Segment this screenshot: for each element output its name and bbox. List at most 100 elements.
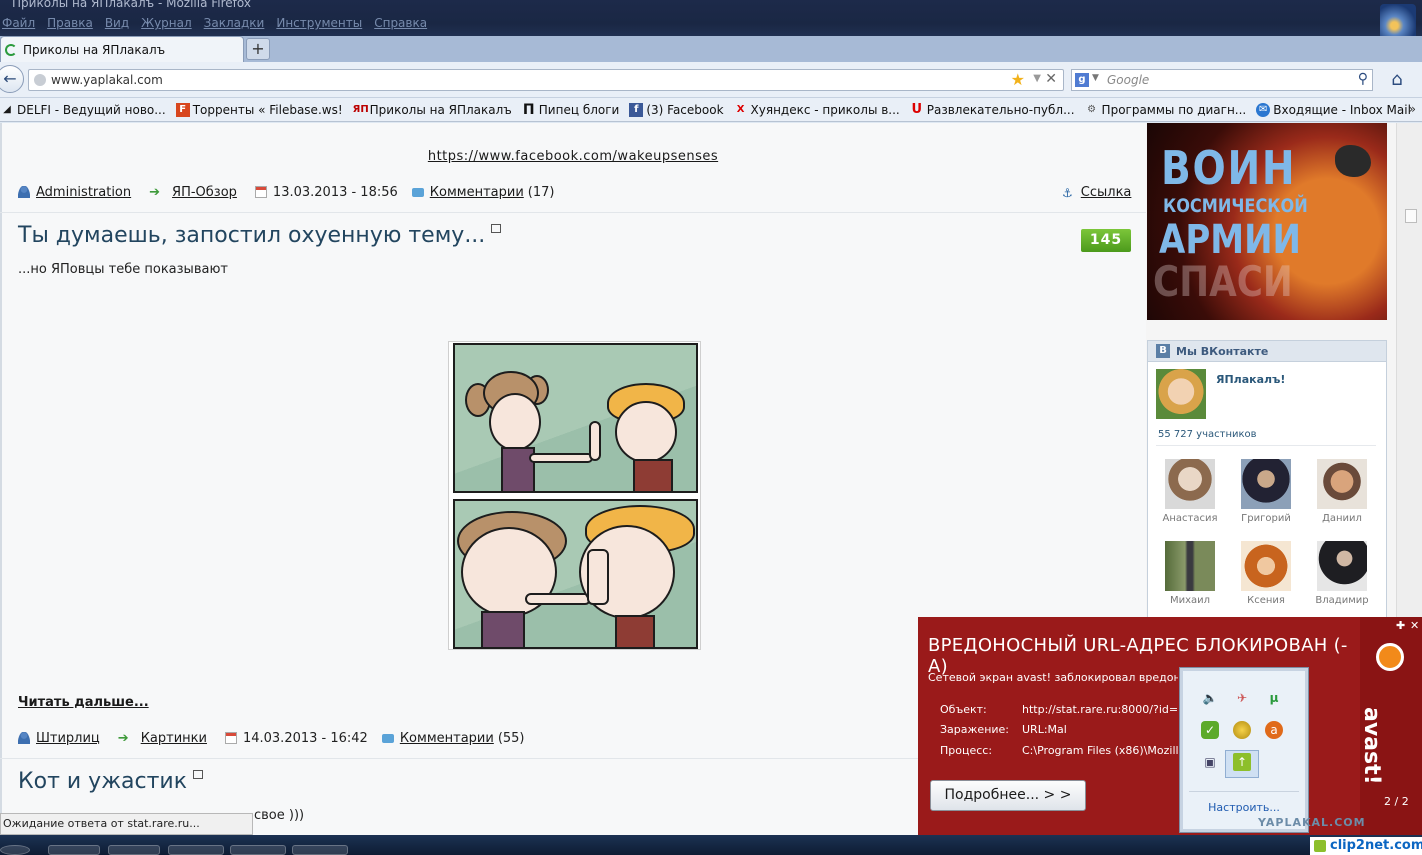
bookmark-label: Хуяндекс - приколы в... [750, 102, 900, 117]
avatar[interactable] [1165, 459, 1215, 509]
category-link[interactable]: Картинки [141, 731, 207, 746]
author-link[interactable]: Штирлиц [36, 731, 100, 746]
post-title-text[interactable]: Ты думаешь, запостил охуенную тему... [18, 223, 485, 248]
vk-widget: B Мы ВКонтакте ЯПлакалъ! 55 727 участник… [1147, 340, 1387, 618]
url-text[interactable]: www.yaplakal.com [51, 73, 163, 87]
back-button[interactable]: ← [0, 65, 24, 93]
volume-icon[interactable]: 🔈 [1201, 689, 1219, 707]
stop-icon[interactable]: ✕ [1045, 71, 1057, 87]
globe-icon[interactable] [1380, 4, 1416, 40]
coin-icon[interactable] [1233, 721, 1251, 739]
bookmark-entertainment[interactable]: U Развлекательно-публ... [910, 102, 1074, 117]
search-bar[interactable]: g ▼ Google ⚲ [1071, 69, 1373, 91]
bookmark-diagnostics[interactable]: ⚙ Программы по диагн... [1085, 102, 1247, 117]
ad-banner[interactable]: ВОИН КОСМИЧЕСКОЙ АРМИИ СПАСИ [1147, 123, 1387, 320]
post-subtitle: свое ))) [254, 808, 305, 823]
category-link[interactable]: ЯП-Обзор [172, 185, 237, 200]
window-controls[interactable] [1262, 4, 1362, 34]
vk-member[interactable]: Даниил [1310, 459, 1374, 524]
bookmark-xuyandex[interactable]: X Хуяндекс - приколы в... [734, 103, 900, 117]
member-name[interactable]: Владимир [1310, 595, 1374, 606]
vk-member[interactable]: Григорий [1234, 459, 1298, 524]
pin-icon[interactable]: ✚ [1396, 619, 1405, 632]
permalink-label[interactable]: Ссылка [1081, 185, 1132, 200]
taskbar-item[interactable] [48, 845, 100, 855]
vk-member[interactable]: Владимир [1310, 541, 1374, 606]
new-tab-button[interactable]: + [246, 38, 270, 60]
customize-link[interactable]: Настроить... [1183, 801, 1305, 814]
avatar[interactable] [1317, 541, 1367, 591]
bookmark-label: Программы по диагн... [1101, 102, 1247, 117]
rating-badge[interactable]: 145 [1081, 229, 1131, 252]
start-button[interactable] [0, 845, 30, 855]
tab-yaplakal[interactable]: Приколы на ЯПлакалъ [0, 36, 244, 62]
member-name[interactable]: Михаил [1158, 595, 1222, 606]
bookmark-filebase[interactable]: F Торренты « Filebase.ws! [175, 102, 343, 117]
member-name[interactable]: Григорий [1234, 513, 1298, 524]
close-icon[interactable]: ✕ [1410, 619, 1419, 632]
avatar[interactable] [1165, 541, 1215, 591]
post-title[interactable]: Кот и ужастик [18, 769, 203, 794]
author-link[interactable]: Administration [36, 185, 131, 200]
check-icon[interactable]: ✓ [1201, 721, 1219, 739]
permalink[interactable]: ⚓ Ссылка [1062, 185, 1131, 200]
facebook-link[interactable]: https://www.facebook.com/wakeupsenses [0, 149, 1146, 164]
menu-file[interactable]: Файл [2, 16, 35, 34]
vk-member[interactable]: Ксения [1234, 541, 1298, 606]
search-input[interactable]: Google [1107, 73, 1149, 87]
taskbar-item[interactable] [292, 845, 348, 855]
post-title[interactable]: Ты думаешь, запостил охуенную тему... [18, 223, 502, 248]
filebase-icon: F [175, 102, 190, 117]
monitor-icon[interactable]: ▣ [1201, 753, 1219, 771]
comments-link[interactable]: Комментарии [400, 731, 494, 746]
avatar[interactable] [1241, 459, 1291, 509]
taskbar-item[interactable] [168, 845, 224, 855]
bookmark-delfi[interactable]: ◢ DELFI - Ведущий ново... [0, 103, 166, 117]
taskbar-item[interactable] [230, 845, 286, 855]
taskbar-item[interactable] [108, 845, 160, 855]
url-bar[interactable]: www.yaplakal.com ★ ▼ ✕ [28, 69, 1064, 91]
member-name[interactable]: Даниил [1310, 513, 1374, 524]
bookmark-star-icon[interactable]: ★ [1011, 70, 1025, 89]
history-dropdown-icon[interactable]: ▼ [1033, 73, 1041, 84]
menu-help[interactable]: Справка [374, 16, 427, 34]
external-link-icon[interactable] [491, 224, 502, 233]
search-icon[interactable]: ⚲ [1358, 71, 1368, 87]
clip2net-badge[interactable]: clip2net.com [1310, 837, 1422, 855]
chevron-right-icon[interactable]: » [1409, 102, 1416, 116]
members-count[interactable]: 55 727 участников [1158, 429, 1257, 440]
details-button[interactable]: Подробнее... > > [930, 780, 1086, 811]
menu-edit[interactable]: Правка [47, 16, 93, 34]
external-link-icon[interactable] [193, 770, 203, 779]
comments-link[interactable]: Комментарии [430, 185, 524, 200]
menu-bookmarks[interactable]: Закладки [204, 16, 265, 34]
group-avatar[interactable] [1156, 369, 1206, 419]
bookmark-yaplakal[interactable]: ЯП Приколы на ЯПлакалъ [353, 103, 512, 117]
menu-view[interactable]: Вид [105, 16, 129, 34]
avatar[interactable] [1317, 459, 1367, 509]
menu-history[interactable]: Журнал [141, 16, 192, 34]
bookmark-facebook[interactable]: f (3) Facebook [629, 102, 724, 117]
site-identity-icon[interactable] [34, 74, 46, 86]
avatar[interactable] [1241, 541, 1291, 591]
utorrent-icon[interactable]: μ [1265, 689, 1283, 707]
bookmark-pipec[interactable]: П Пипец блоги [522, 103, 619, 117]
bookmark-inbox[interactable]: ✉ Входящие - Inbox Mail [1256, 102, 1411, 117]
engine-dropdown-icon[interactable]: ▼ [1092, 73, 1099, 83]
network-icon[interactable]: ✈ [1233, 689, 1251, 707]
comic-image[interactable] [448, 341, 701, 650]
google-icon[interactable]: g [1075, 73, 1089, 87]
clip2net-tray-icon[interactable]: ↑ [1233, 753, 1251, 771]
scrollbar-thumb[interactable] [1405, 209, 1417, 223]
post-title-text[interactable]: Кот и ужастик [18, 769, 187, 794]
vk-member[interactable]: Анастасия [1158, 459, 1222, 524]
group-name-link[interactable]: ЯПлакалъ! [1216, 373, 1285, 386]
vk-member[interactable]: Михаил [1158, 541, 1222, 606]
member-name[interactable]: Анастасия [1158, 513, 1222, 524]
avast-tray-icon[interactable]: a [1265, 721, 1283, 739]
member-name[interactable]: Ксения [1234, 595, 1298, 606]
menu-tools[interactable]: Инструменты [276, 16, 362, 34]
ad-text: КОСМИЧЕСКОЙ [1163, 195, 1308, 217]
home-icon[interactable]: ⌂ [1386, 69, 1408, 91]
read-more-link[interactable]: Читать дальше... [18, 695, 149, 710]
